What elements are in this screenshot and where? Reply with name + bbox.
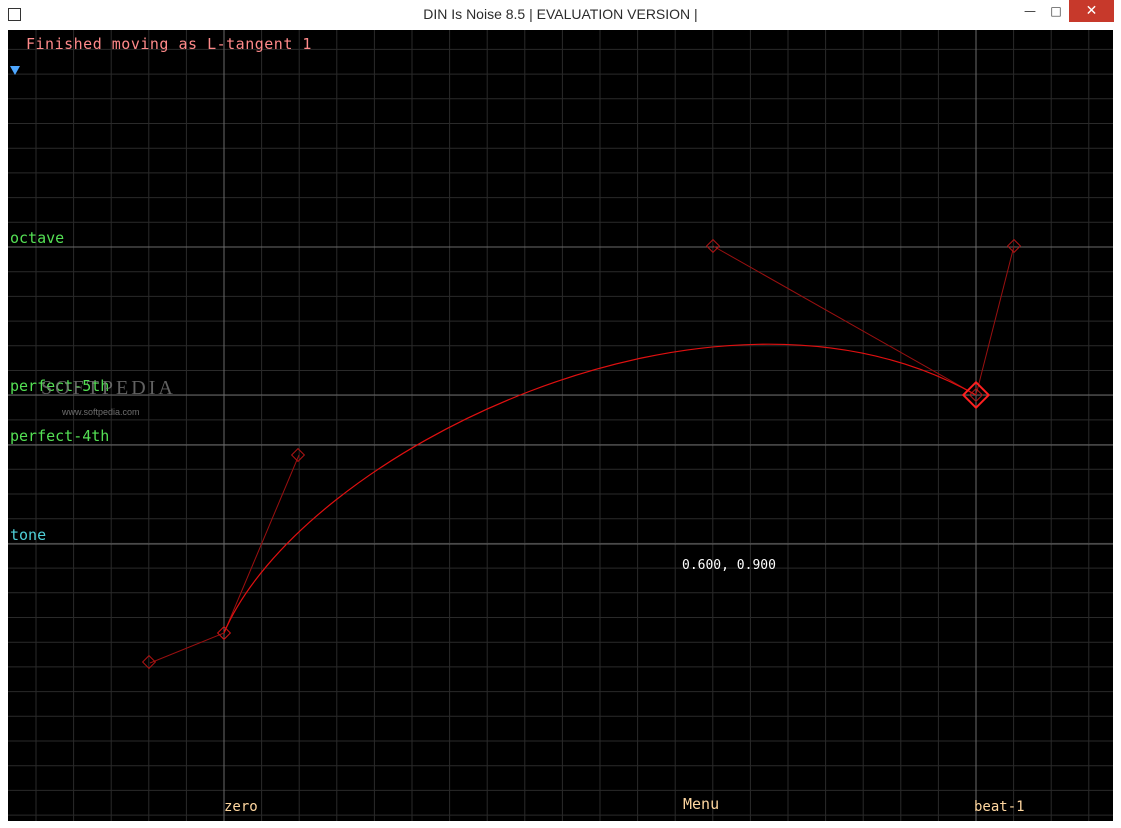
coordinate-readout: 0.600, 0.900 <box>682 558 776 573</box>
softpedia-watermark-url: www.softpedia.com <box>62 407 140 417</box>
maximize-button[interactable]: □ <box>1043 0 1069 22</box>
collapse-triangle-icon[interactable] <box>10 66 20 75</box>
close-button[interactable]: ✕ <box>1069 0 1114 22</box>
window-title: DIN Is Noise 8.5 | EVALUATION VERSION | <box>423 6 698 22</box>
note-label-octave: octave <box>10 229 65 247</box>
x-axis-label-zero: zero <box>224 799 258 815</box>
note-label-tone: tone <box>10 526 47 544</box>
right-tangent-handle-start[interactable] <box>290 447 306 463</box>
left-tangent-line-start <box>149 632 225 664</box>
status-message: Finished moving as L-tangent 1 <box>26 35 312 53</box>
curve-editor-canvas[interactable]: Finished moving as L-tangent 1 octave pe… <box>8 30 1113 821</box>
menu-button[interactable]: Menu <box>683 795 719 813</box>
x-axis-label-beat: beat-1 <box>974 799 1025 815</box>
note-label-perfect-4th: perfect-4th <box>10 427 110 445</box>
window-bottom-border <box>0 821 1121 828</box>
left-tangent-line-end <box>712 245 977 396</box>
waveform-curve[interactable] <box>223 343 977 634</box>
minimize-button[interactable]: — <box>1017 0 1043 22</box>
softpedia-watermark: SOFTPEDIA <box>41 377 176 399</box>
curve-layer[interactable] <box>8 30 1113 821</box>
right-tangent-line-end <box>975 245 1015 396</box>
title-bar[interactable]: DIN Is Noise 8.5 | EVALUATION VERSION | … <box>0 0 1121 30</box>
